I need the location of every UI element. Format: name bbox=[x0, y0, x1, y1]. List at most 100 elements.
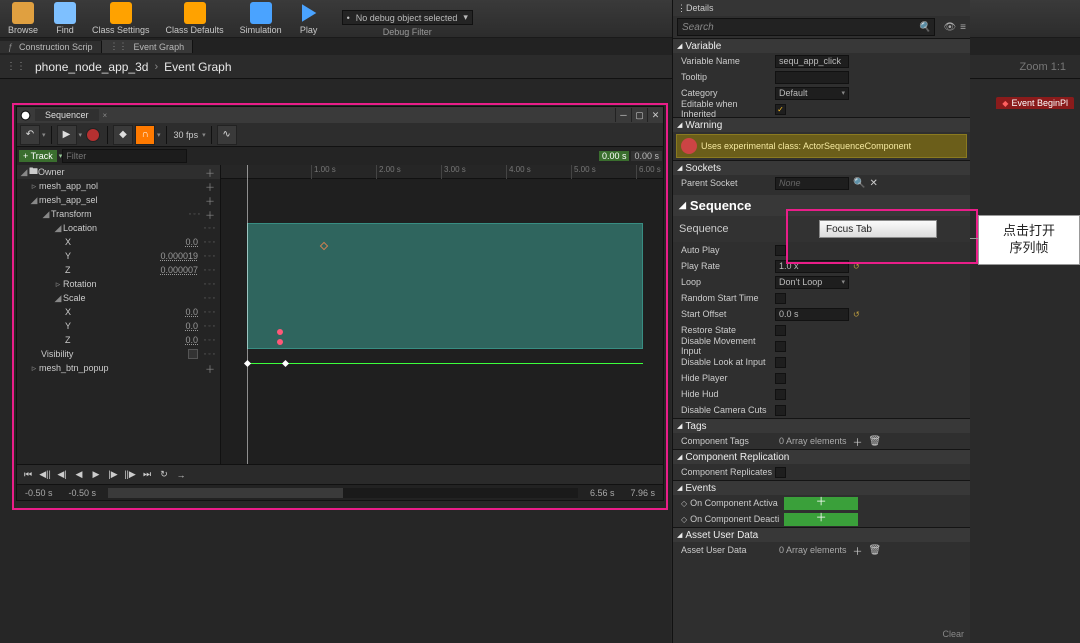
play-reverse-icon[interactable]: ◀ bbox=[72, 468, 86, 482]
hide-hud-checkbox[interactable] bbox=[775, 389, 786, 400]
parent-socket-field[interactable]: None bbox=[775, 177, 849, 190]
section-sockets[interactable]: ◢Sockets bbox=[673, 160, 970, 175]
visibility-clip[interactable] bbox=[247, 363, 643, 364]
add-tag-icon[interactable]: ＋ bbox=[853, 434, 863, 449]
variable-name-field[interactable]: sequ_app_click bbox=[775, 55, 849, 68]
track-rotation[interactable]: ▹Rotation◦ ◦ ◦ bbox=[17, 277, 220, 291]
keyframe[interactable] bbox=[277, 329, 283, 335]
section-component-replication[interactable]: ◢Component Replication bbox=[673, 449, 970, 464]
view-start[interactable]: -0.50 s bbox=[61, 488, 105, 498]
tooltip-field[interactable] bbox=[775, 71, 849, 84]
focus-tab-button[interactable]: Focus Tab bbox=[819, 220, 937, 238]
goto-start-icon[interactable]: ⏮ bbox=[21, 468, 35, 482]
start-offset-field[interactable]: 0.0 s bbox=[775, 308, 849, 321]
category-dropdown[interactable]: Default bbox=[775, 87, 849, 100]
section-variable[interactable]: ◢Variable bbox=[673, 38, 970, 53]
minimize-icon[interactable]: ─ bbox=[615, 108, 631, 122]
class-settings-button[interactable]: Class Settings bbox=[88, 2, 154, 37]
close-tab-icon[interactable]: × bbox=[103, 111, 108, 120]
event-begin-play-tag[interactable]: Event BeginPl bbox=[996, 97, 1074, 109]
reset-icon[interactable]: ↺ bbox=[853, 262, 860, 271]
view-end[interactable]: 6.56 s bbox=[582, 488, 623, 498]
replicates-checkbox[interactable] bbox=[775, 467, 786, 478]
search-icon[interactable]: 🔍 bbox=[918, 22, 930, 33]
disable-movement-checkbox[interactable] bbox=[775, 341, 786, 352]
keyframe[interactable] bbox=[277, 339, 283, 345]
section-events[interactable]: ◢Events bbox=[673, 480, 970, 495]
editable-checkbox[interactable] bbox=[775, 104, 786, 115]
play-button[interactable]: Play bbox=[294, 2, 324, 37]
track-mesh-btn-popup[interactable]: ▹mesh_btn_popup＋ bbox=[17, 361, 220, 375]
reset-icon[interactable]: ↺ bbox=[853, 310, 860, 319]
play-icon[interactable]: ▶ bbox=[57, 125, 77, 145]
track-location[interactable]: ◢Location◦ ◦ ◦ bbox=[17, 221, 220, 235]
track-location-z[interactable]: Z0.000007◦ ◦ ◦ bbox=[17, 263, 220, 277]
track-scale[interactable]: ◢Scale◦ ◦ ◦ bbox=[17, 291, 220, 305]
track-transform[interactable]: ◢Transform＋◦ ◦ ◦ bbox=[17, 207, 220, 221]
class-defaults-button[interactable]: Class Defaults bbox=[162, 2, 228, 37]
range-slider[interactable] bbox=[108, 488, 578, 498]
add-icon[interactable]: ＋ bbox=[205, 193, 215, 208]
add-track-button[interactable]: + Track bbox=[19, 150, 57, 162]
step-back-icon[interactable]: ◀| bbox=[55, 468, 69, 482]
snap-icon[interactable]: ∩ bbox=[135, 125, 155, 145]
fps-dropdown[interactable]: 30 fps bbox=[174, 130, 199, 140]
browse-button[interactable]: Browse bbox=[4, 2, 42, 37]
filter-input[interactable] bbox=[62, 149, 187, 163]
loop-icon[interactable]: ↻ bbox=[157, 468, 171, 482]
disable-look-checkbox[interactable] bbox=[775, 357, 786, 368]
eye-icon[interactable]: 👁 bbox=[943, 22, 956, 33]
transform-clip[interactable] bbox=[247, 223, 643, 349]
add-icon[interactable]: ＋ bbox=[205, 179, 215, 194]
breadcrumb-page[interactable]: Event Graph bbox=[164, 60, 231, 74]
undo-icon[interactable]: ↶ bbox=[20, 125, 40, 145]
step-forward-icon[interactable]: |▶ bbox=[106, 468, 120, 482]
simulation-button[interactable]: Simulation bbox=[236, 2, 286, 37]
clear-socket-icon[interactable]: ✕ bbox=[869, 178, 877, 189]
hide-player-checkbox[interactable] bbox=[775, 373, 786, 384]
add-icon[interactable]: ＋ bbox=[205, 165, 215, 180]
breadcrumb-asset[interactable]: phone_node_app_3d bbox=[35, 60, 148, 74]
track-mesh-app-nol[interactable]: ▹mesh_app_nol＋ bbox=[17, 179, 220, 193]
loop-dropdown[interactable]: Don't Loop bbox=[775, 276, 849, 289]
time-start-badge[interactable]: 0.00 s bbox=[599, 151, 630, 161]
disable-camera-checkbox[interactable] bbox=[775, 405, 786, 416]
random-start-checkbox[interactable] bbox=[775, 293, 786, 304]
tab-construction-script[interactable]: ƒConstruction Scrip bbox=[0, 41, 102, 53]
clear-asset-data-icon[interactable]: 🗑 bbox=[869, 545, 882, 556]
step-back-key-icon[interactable]: ◀|| bbox=[38, 468, 52, 482]
time-ruler[interactable]: 1.00 s 2.00 s 3.00 s 4.00 s 5.00 s 6.00 … bbox=[221, 165, 663, 179]
goto-end-icon[interactable]: ⏭ bbox=[140, 468, 154, 482]
curve-icon[interactable]: ∿ bbox=[217, 125, 237, 145]
add-asset-data-icon[interactable]: ＋ bbox=[853, 543, 863, 558]
time-current-badge[interactable]: 0.00 s bbox=[631, 151, 662, 161]
add-icon[interactable]: ＋ bbox=[205, 207, 215, 222]
track-scale-x[interactable]: X0.0◦ ◦ ◦ bbox=[17, 305, 220, 319]
play-forward-icon[interactable]: ▶ bbox=[89, 468, 103, 482]
auto-play-checkbox[interactable] bbox=[775, 245, 786, 256]
find-button[interactable]: Find bbox=[50, 2, 80, 37]
track-scale-y[interactable]: Y0.0◦ ◦ ◦ bbox=[17, 319, 220, 333]
close-icon[interactable]: ✕ bbox=[647, 108, 663, 122]
details-search[interactable]: Search🔍 bbox=[677, 18, 935, 36]
clear-link[interactable]: Clear bbox=[942, 629, 964, 639]
play-rate-field[interactable]: 1.0 x bbox=[775, 260, 849, 273]
section-asset-user-data[interactable]: ◢Asset User Data bbox=[673, 527, 970, 542]
record-icon[interactable] bbox=[86, 128, 100, 142]
loop-mode-icon[interactable]: → bbox=[174, 468, 188, 482]
maximize-icon[interactable]: ▢ bbox=[631, 108, 647, 122]
track-location-x[interactable]: X0.0◦ ◦ ◦ bbox=[17, 235, 220, 249]
playhead[interactable] bbox=[247, 165, 248, 464]
on-deactivate-button[interactable]: ＋ bbox=[784, 513, 858, 526]
timeline[interactable]: 1.00 s 2.00 s 3.00 s 4.00 s 5.00 s 6.00 … bbox=[221, 165, 663, 464]
debug-object-dropdown[interactable]: • No debug object selected ▾ bbox=[342, 10, 473, 25]
on-activate-button[interactable]: ＋ bbox=[784, 497, 858, 510]
keyframe[interactable] bbox=[282, 360, 289, 367]
section-sequence[interactable]: ◢Sequence bbox=[673, 195, 970, 216]
track-location-y[interactable]: Y0.000019◦ ◦ ◦ bbox=[17, 249, 220, 263]
section-warning[interactable]: ◢Warning bbox=[673, 117, 970, 132]
tab-event-graph[interactable]: ⋮⋮Event Graph bbox=[102, 40, 194, 53]
track-scale-z[interactable]: Z0.0◦ ◦ ◦ bbox=[17, 333, 220, 347]
step-forward-key-icon[interactable]: ||▶ bbox=[123, 468, 137, 482]
key-icon[interactable]: ◆ bbox=[113, 125, 133, 145]
